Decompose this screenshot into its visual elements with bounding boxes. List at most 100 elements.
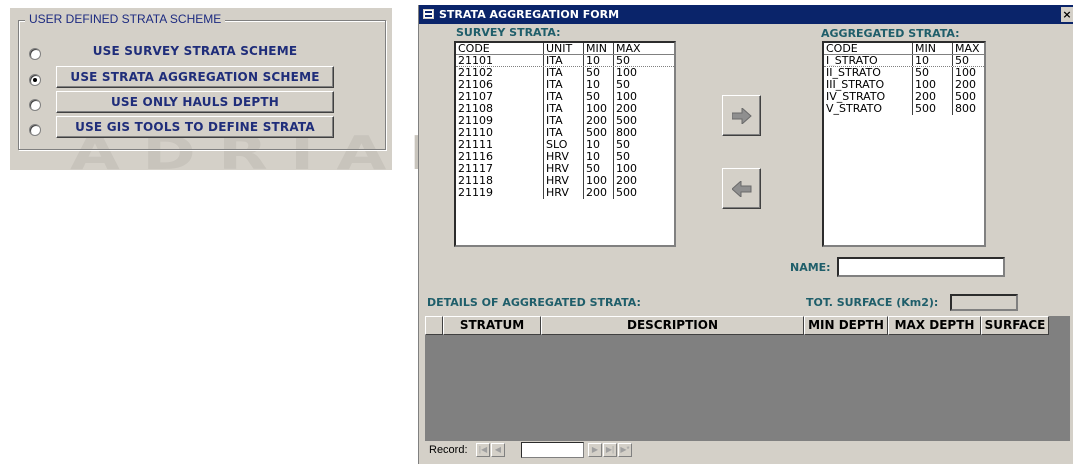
- survey-strata-rows: 21101 ITA 10 50 21102 ITA 50 100 21106 ITA 10 50 211…: [456, 55, 674, 199]
- list-cell: ITA: [543, 55, 583, 66]
- aggregated-strata-listbox[interactable]: CODE MIN MAX I_STRATO 10 50 II_STRATO 50 100 I…: [822, 41, 986, 247]
- radio-gis-tools[interactable]: [29, 124, 41, 136]
- list-item[interactable]: I_STRATO 10 50: [824, 55, 984, 67]
- list-cell: 200: [613, 175, 663, 187]
- use-strata-aggregation-button[interactable]: USE STRATA AGGREGATION SCHEME: [56, 66, 334, 88]
- list-cell: 21101: [458, 55, 493, 66]
- list-item[interactable]: 21109 ITA 200 500: [456, 115, 674, 127]
- list-item[interactable]: 21101 ITA 10 50: [456, 55, 674, 67]
- list-cell: 50: [613, 139, 663, 151]
- list-cell: IV_STRATO: [826, 91, 886, 103]
- strata-aggregation-window: STRATA AGGREGATION FORM × SURVEY STRATA:…: [418, 5, 1073, 464]
- list-cell: ITA: [543, 67, 583, 79]
- list-cell: 100: [583, 103, 613, 115]
- list-cell: 100: [613, 67, 663, 79]
- list-cell: 800: [952, 103, 982, 115]
- list-cell: 100: [613, 91, 663, 103]
- list-item[interactable]: 21116 HRV 10 50: [456, 151, 674, 163]
- list-item[interactable]: 21108 ITA 100 200: [456, 103, 674, 115]
- remove-from-aggregation-button[interactable]: [722, 168, 761, 209]
- list-cell: 200: [583, 187, 613, 199]
- record-number-field[interactable]: [521, 442, 584, 458]
- add-to-aggregation-button[interactable]: [722, 95, 761, 136]
- list-item[interactable]: 21102 ITA 50 100: [456, 67, 674, 79]
- form-icon: [423, 9, 434, 19]
- tot-surface-field: [950, 294, 1018, 311]
- name-input[interactable]: [837, 257, 1005, 277]
- column-header-min-depth[interactable]: MIN DEPTH: [804, 316, 888, 335]
- use-hauls-depth-button[interactable]: USE ONLY HAULS DEPTH: [56, 91, 334, 113]
- list-cell: 100: [912, 79, 952, 91]
- record-selector-header[interactable]: [425, 316, 443, 335]
- list-cell: 10: [583, 55, 613, 66]
- arrow-right-icon: [732, 108, 752, 124]
- column-header-description[interactable]: DESCRIPTION: [541, 316, 804, 335]
- aggregated-strata-grid[interactable]: STRATUM DESCRIPTION MIN DEPTH MAX DEPTH …: [425, 316, 1070, 460]
- radio-hauls-depth[interactable]: [29, 99, 41, 111]
- list-cell: 21102: [458, 67, 493, 79]
- radio-strata-aggregation[interactable]: [29, 74, 41, 86]
- list-cell: 200: [583, 115, 613, 127]
- list-cell: 21118: [458, 175, 493, 187]
- column-header: MIN: [583, 43, 613, 54]
- list-item[interactable]: 21119 HRV 200 500: [456, 187, 674, 199]
- details-label: DETAILS OF AGGREGATED STRATA:: [427, 296, 641, 309]
- list-cell: 50: [583, 91, 613, 103]
- list-cell: ITA: [543, 115, 583, 127]
- list-cell: SLO: [543, 139, 583, 151]
- list-cell: 100: [952, 67, 982, 79]
- list-item[interactable]: 21107 ITA 50 100: [456, 91, 674, 103]
- list-item[interactable]: III_STRATO 100 200: [824, 79, 984, 91]
- list-cell: 21109: [458, 115, 493, 127]
- last-record-button[interactable]: ▶|: [603, 443, 617, 457]
- list-cell: 800: [613, 127, 663, 139]
- list-cell: ITA: [543, 127, 583, 139]
- list-item[interactable]: 21118 HRV 100 200: [456, 175, 674, 187]
- first-record-button[interactable]: |◀: [476, 443, 490, 457]
- use-gis-tools-button[interactable]: USE GIS TOOLS TO DEFINE STRATA: [56, 116, 334, 138]
- window-title: STRATA AGGREGATION FORM: [439, 8, 620, 21]
- close-button[interactable]: ×: [1061, 7, 1073, 22]
- list-cell: 21117: [458, 163, 493, 175]
- list-item[interactable]: V_STRATO 500 800: [824, 103, 984, 115]
- list-item[interactable]: IV_STRATO 200 500: [824, 91, 984, 103]
- list-cell: HRV: [543, 175, 583, 187]
- list-cell: 200: [952, 79, 982, 91]
- list-cell: 500: [952, 91, 982, 103]
- list-cell: 21106: [458, 79, 493, 91]
- grid-header: STRATUM DESCRIPTION MIN DEPTH MAX DEPTH …: [425, 316, 1049, 335]
- list-item[interactable]: 21106 ITA 10 50: [456, 79, 674, 91]
- list-item[interactable]: 21110 ITA 500 800: [456, 127, 674, 139]
- column-header-max-depth[interactable]: MAX DEPTH: [888, 316, 981, 335]
- list-cell: 21107: [458, 91, 493, 103]
- list-cell: ITA: [543, 79, 583, 91]
- list-item[interactable]: II_STRATO 50 100: [824, 67, 984, 79]
- column-header-stratum[interactable]: STRATUM: [443, 316, 541, 335]
- list-cell: 50: [583, 67, 613, 79]
- survey-strata-header: CODE UNIT MIN MAX: [456, 43, 674, 55]
- list-cell: 100: [613, 163, 663, 175]
- next-record-button[interactable]: ▶: [588, 443, 602, 457]
- list-cell: 200: [613, 103, 663, 115]
- use-survey-strata-button[interactable]: USE SURVEY STRATA SCHEME: [56, 40, 334, 62]
- list-cell: 21119: [458, 187, 493, 199]
- column-header-surface[interactable]: SURFACE: [981, 316, 1049, 335]
- list-cell: I_STRATO: [826, 55, 878, 66]
- tot-surface-label: TOT. SURFACE (Km2):: [806, 296, 939, 309]
- previous-record-button[interactable]: ◀: [491, 443, 505, 457]
- list-cell: 50: [912, 67, 952, 79]
- window-titlebar: STRATA AGGREGATION FORM ×: [419, 5, 1073, 24]
- radio-survey-strata[interactable]: [29, 48, 41, 60]
- list-cell: HRV: [543, 151, 583, 163]
- strata-scheme-panel: ADRIAMED USER DEFINED STRATA SCHEME USE …: [10, 8, 615, 180]
- list-cell: HRV: [543, 163, 583, 175]
- list-item[interactable]: 21111 SLO 10 50: [456, 139, 674, 151]
- list-cell: 21111: [458, 139, 493, 151]
- new-record-button[interactable]: ▶*: [618, 443, 632, 457]
- list-item[interactable]: 21117 HRV 50 100: [456, 163, 674, 175]
- survey-strata-listbox[interactable]: CODE UNIT MIN MAX 21101 ITA 10 50 21102 ITA 50…: [454, 41, 676, 247]
- list-cell: 500: [613, 187, 663, 199]
- column-header: MAX: [613, 43, 663, 54]
- list-cell: 10: [583, 151, 613, 163]
- column-header: CODE: [458, 43, 490, 54]
